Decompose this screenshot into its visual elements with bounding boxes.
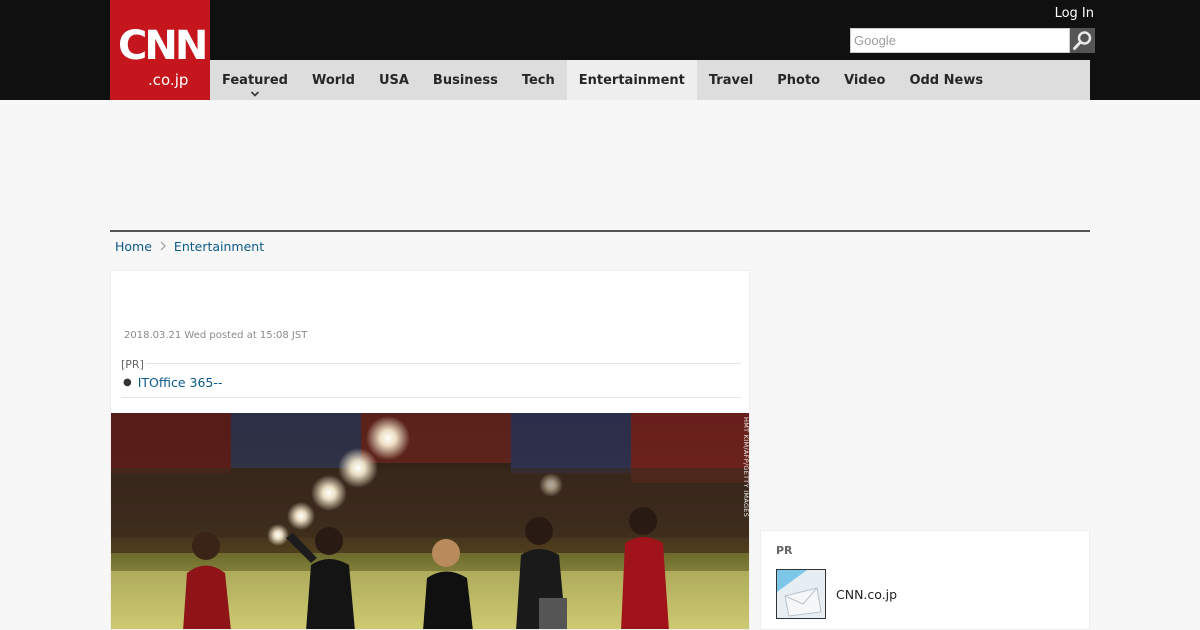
- nav-item-world[interactable]: World: [300, 60, 367, 100]
- nav-item-odd-news[interactable]: Odd News: [897, 60, 995, 100]
- article-dateline: 2018.03.21 Wed posted at 15:08 JST: [124, 330, 308, 341]
- breadcrumb-entertainment[interactable]: Entertainment: [174, 239, 264, 254]
- search-icon: [1073, 31, 1092, 50]
- pr-link[interactable]: ITOffice 365--: [138, 375, 223, 390]
- bullet-icon: ●: [123, 377, 132, 388]
- nav-item-tech[interactable]: Tech: [510, 60, 567, 100]
- nav-item-video[interactable]: Video: [832, 60, 897, 100]
- logo-wordmark: CNN: [118, 23, 208, 69]
- top-bar: CNN .co.jp Log In Featured World USA Bus…: [0, 0, 1200, 100]
- chevron-down-icon: [250, 91, 260, 97]
- search-input[interactable]: [850, 28, 1070, 53]
- photo-credit: HMT KIM/AFP/GETTY IMAGES: [742, 417, 750, 518]
- nav-item-featured[interactable]: Featured: [210, 60, 300, 100]
- pr-link-row: ● ITOffice 365--: [121, 375, 222, 390]
- mail-envelope-icon: [777, 570, 825, 618]
- nav-item-travel[interactable]: Travel: [697, 60, 765, 100]
- nav-item-usa[interactable]: USA: [367, 60, 421, 100]
- divider: [121, 397, 741, 398]
- breadcrumb-home[interactable]: Home: [115, 239, 152, 254]
- pr-tag: [PR]: [121, 358, 146, 371]
- sidebar-pr-box: PR CNN.co.jp: [760, 530, 1090, 630]
- nav-item-entertainment[interactable]: Entertainment: [566, 60, 697, 100]
- logo-domain: .co.jp: [148, 71, 189, 89]
- login-link[interactable]: Log In: [1055, 6, 1094, 21]
- article-photo[interactable]: HMT KIM/AFP/GETTY IMAGES: [111, 413, 750, 629]
- chevron-right-icon: [160, 241, 166, 251]
- divider: [121, 363, 741, 364]
- nav-item-photo[interactable]: Photo: [765, 60, 832, 100]
- nav-item-label: Featured: [222, 72, 288, 88]
- breadcrumb: Home Entertainment: [115, 238, 264, 254]
- ad-banner-space: [110, 100, 1090, 230]
- section-divider: [110, 230, 1090, 232]
- nav-item-business[interactable]: Business: [421, 60, 510, 100]
- sidebar-pr-title: PR: [776, 544, 793, 557]
- article-card: 2018.03.21 Wed posted at 15:08 JST [PR] …: [110, 270, 750, 630]
- sidebar-pr-link[interactable]: CNN.co.jp: [836, 587, 897, 602]
- main-nav: Featured World USA Business Tech Enterta…: [210, 60, 1090, 100]
- mail-envelope-thumbnail[interactable]: [776, 569, 826, 619]
- search-button[interactable]: [1070, 28, 1095, 53]
- cnn-logo[interactable]: CNN .co.jp: [110, 0, 210, 100]
- concert-stage-photo: [111, 413, 749, 629]
